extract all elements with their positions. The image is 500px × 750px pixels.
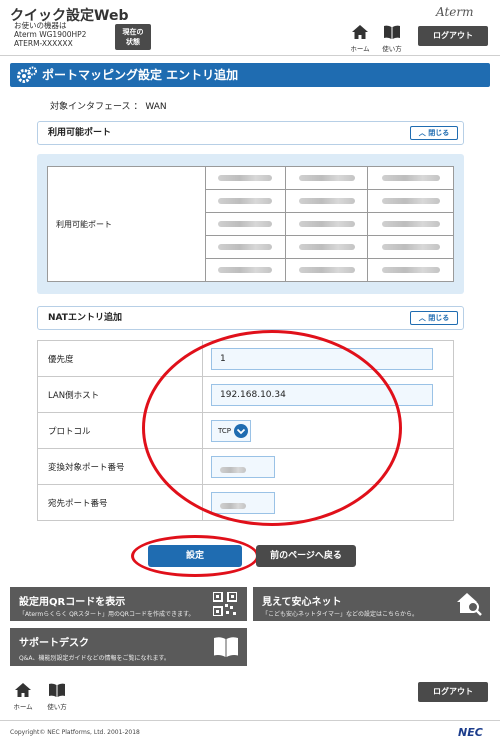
support-tile-title: サポートデスク: [19, 638, 89, 649]
page-title: ポートマッピング設定 エントリ追加: [42, 68, 239, 82]
mieteanshin-tile-title: 見えて安心ネット: [262, 597, 342, 608]
mieteanshin-tile-desc: 「こども安心ネットタイマー」などの設定はこちらから。: [262, 611, 419, 618]
device-caption: お使いの機器は: [14, 21, 67, 30]
home-search-icon: [457, 593, 482, 616]
close-label: 閉じる: [428, 314, 450, 322]
qr-tile-title: 設定用QRコードを表示: [19, 597, 126, 608]
port-cell: [284, 212, 369, 236]
available-ports-header: 利用可能ポート ︿ 閉じる: [37, 121, 464, 145]
chevron-up-icon: ︿: [418, 314, 426, 322]
close-label: 閉じる: [428, 129, 450, 137]
port-cell: [205, 258, 286, 282]
blurred-value: [298, 243, 355, 250]
blurred-value: [218, 220, 273, 227]
port-cell: [205, 166, 286, 190]
aterm-logo: Aterm: [436, 5, 474, 19]
gear-icon: [17, 66, 37, 83]
home-icon: [15, 683, 31, 697]
header: クイック設定Web お使いの機器は Aterm WG1900HP2 ATERM-…: [0, 0, 500, 56]
status-button-line2: 状態: [126, 38, 140, 46]
port-cell: [367, 212, 454, 236]
qr-code-tile[interactable]: 設定用QRコードを表示 「Atermらくらく QRスタート」用のQRコードを作成…: [10, 587, 247, 621]
blurred-value: [381, 220, 440, 227]
header-logout-button[interactable]: ログアウト: [418, 26, 488, 46]
nat-entry-close-button[interactable]: ︿ 閉じる: [410, 311, 458, 325]
blurred-value: [381, 266, 440, 273]
port-cell: [367, 166, 454, 190]
help-label: 使い方: [382, 45, 402, 53]
header-home-button[interactable]: ホーム: [344, 25, 376, 53]
blurred-value: [381, 174, 440, 181]
nat-entry-title: NATエントリ追加: [48, 313, 122, 323]
blurred-value: [218, 243, 273, 250]
port-cell: [284, 189, 369, 213]
header-help-button[interactable]: 使い方: [376, 25, 408, 53]
book-icon: [384, 25, 400, 39]
footer-help-button[interactable]: 使い方: [41, 683, 73, 711]
interface-separator: ：: [133, 102, 143, 112]
port-cell: [367, 235, 454, 259]
blurred-value: [381, 243, 440, 250]
chevron-up-icon: ︿: [418, 129, 426, 137]
port-cell: [284, 235, 369, 259]
interface-label: 対象インタフェース: [50, 102, 131, 112]
book-icon: [49, 683, 65, 697]
interface-line: 対象インタフェース ： WAN: [50, 99, 167, 112]
blurred-value: [218, 266, 273, 273]
blurred-value: [298, 220, 355, 227]
page-title-bar: ポートマッピング設定 エントリ追加: [10, 63, 490, 87]
footer-logout-button[interactable]: ログアウト: [418, 682, 488, 702]
nec-logo: NEC: [458, 726, 483, 739]
port-cell: [205, 235, 286, 259]
device-model: Aterm WG1900HP2: [14, 30, 87, 39]
port-cell: [367, 189, 454, 213]
qr-tile-desc: 「Atermらくらく QRスタート」用のQRコードを作成できます。: [19, 611, 195, 618]
blurred-value: [298, 266, 355, 273]
mieteanshin-net-tile[interactable]: 見えて安心ネット 「こども安心ネットタイマー」などの設定はこちらから。: [253, 587, 490, 621]
available-ports-close-button[interactable]: ︿ 閉じる: [410, 126, 458, 140]
qr-code-icon: [213, 592, 237, 616]
annotation-oval: [142, 330, 402, 526]
support-desk-tile[interactable]: サポートデスク Q&A、機能別設定ガイドなどの情報をご覧になれます。: [10, 628, 247, 666]
home-label: ホーム: [13, 703, 33, 711]
home-label: ホーム: [350, 45, 370, 53]
available-ports-title: 利用可能ポート: [48, 128, 112, 138]
port-cell: [205, 212, 286, 236]
port-cell: [284, 166, 369, 190]
port-cell: [284, 258, 369, 282]
blurred-value: [298, 174, 355, 181]
status-button-line1: 現在の: [122, 28, 144, 36]
blurred-value: [218, 174, 273, 181]
device-id: ATERM-XXXXXX: [14, 39, 73, 48]
available-ports-row-label: 利用可能ポート: [47, 166, 206, 282]
blurred-value: [381, 197, 440, 204]
back-button[interactable]: 前のページへ戻る: [256, 545, 356, 567]
footer-divider: [0, 720, 500, 721]
set-button[interactable]: 設定: [148, 545, 242, 567]
available-ports-table: 利用可能ポート: [47, 166, 454, 282]
book-icon: [214, 637, 238, 657]
nat-entry-header: NATエントリ追加 ︿ 閉じる: [37, 306, 464, 330]
blurred-value: [218, 197, 273, 204]
copyright: Copyright© NEC Platforms, Ltd. 2001-2018: [10, 729, 140, 736]
blurred-value: [298, 197, 355, 204]
footer-home-button[interactable]: ホーム: [7, 683, 39, 711]
help-label: 使い方: [47, 703, 67, 711]
interface-value: WAN: [145, 102, 167, 112]
current-status-button[interactable]: 現在の 状態: [115, 24, 151, 50]
port-cell: [367, 258, 454, 282]
home-icon: [352, 25, 368, 39]
port-cell: [205, 189, 286, 213]
support-tile-desc: Q&A、機能別設定ガイドなどの情報をご覧になれます。: [19, 655, 170, 662]
